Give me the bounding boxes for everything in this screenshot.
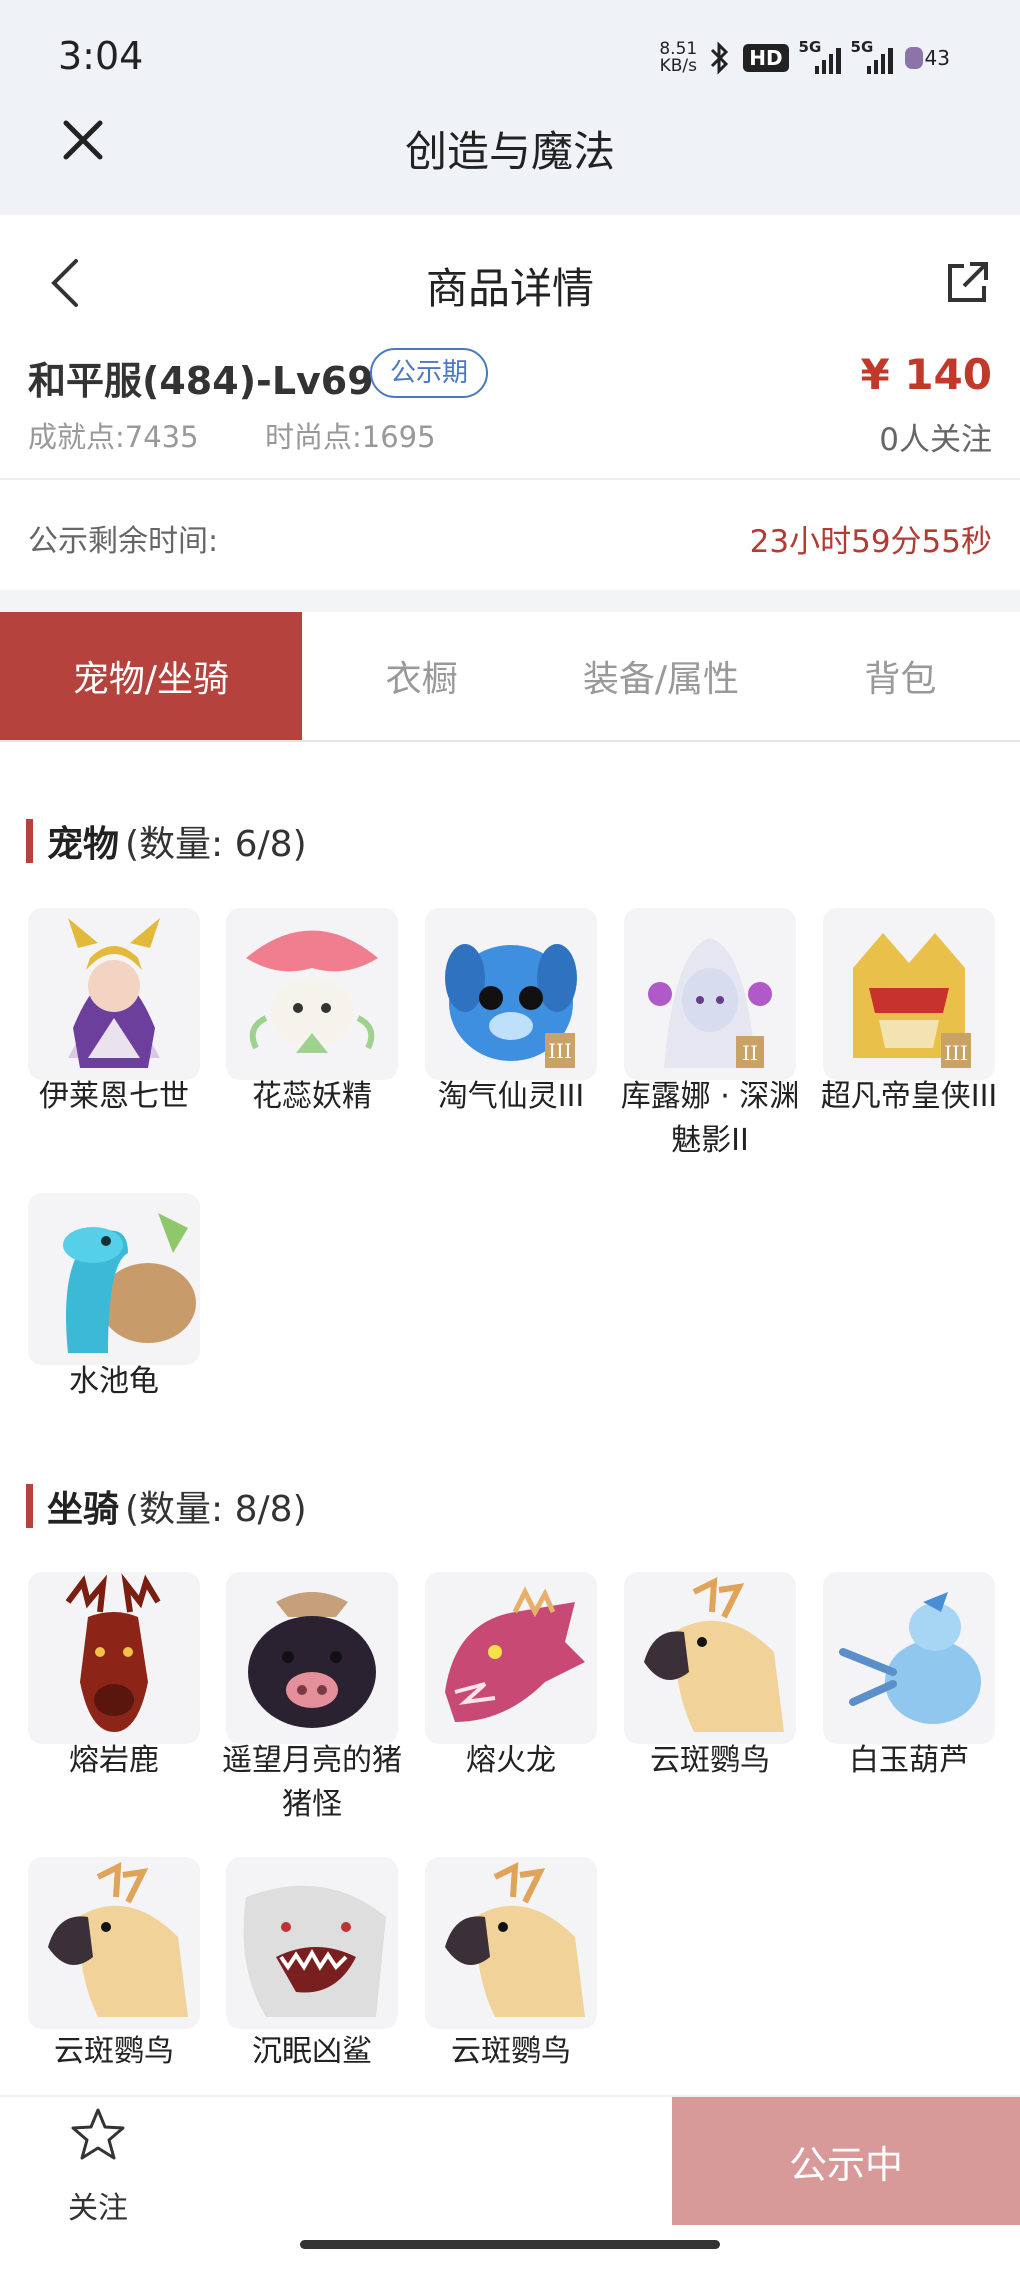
pet-card[interactable] bbox=[28, 1193, 200, 1365]
white-shark-icon bbox=[243, 1885, 386, 2017]
tab-bar: 宠物/坐骑 衣橱 装备/属性 背包 bbox=[0, 612, 1020, 742]
star-outline-icon bbox=[71, 2108, 125, 2160]
signal-icon: 5G bbox=[799, 38, 841, 74]
favorite-label: 关注 bbox=[68, 2191, 128, 2226]
jade-gourd-icon bbox=[839, 1592, 981, 1724]
item-name: 和平服(484)-Lv69 bbox=[28, 359, 374, 403]
mount-card[interactable] bbox=[425, 1572, 597, 1744]
battery-icon: 43 bbox=[904, 46, 950, 70]
mount-card[interactable] bbox=[425, 1857, 597, 2029]
black-pig-icon bbox=[248, 1592, 376, 1728]
watcher-count: 0人关注 bbox=[879, 422, 992, 458]
home-indicator[interactable] bbox=[300, 2240, 720, 2249]
svg-text:II: II bbox=[742, 1041, 758, 1065]
pet-card[interactable]: II bbox=[624, 908, 796, 1080]
blue-turtle-icon bbox=[63, 1213, 196, 1353]
mount-card[interactable] bbox=[624, 1572, 796, 1744]
tab-wardrobe[interactable]: 衣橱 bbox=[302, 612, 541, 740]
pet-card[interactable]: III bbox=[823, 908, 995, 1080]
timer-label: 公示剩余时间: bbox=[28, 524, 219, 559]
gold-armor-icon: III bbox=[853, 933, 971, 1068]
timer-value: 23小时59分55秒 bbox=[749, 524, 992, 560]
mount-name: 熔岩鹿 bbox=[69, 1743, 159, 1778]
pets-section-header: 宠物 (数量: 6/8) bbox=[26, 815, 307, 867]
pet-name: 超凡帝皇侠III bbox=[820, 1079, 998, 1114]
bluetooth-icon bbox=[711, 41, 729, 75]
pet-card[interactable] bbox=[28, 908, 200, 1080]
share-icon[interactable] bbox=[944, 258, 992, 306]
divider bbox=[0, 478, 1020, 480]
mount-name: 云斑鹦鸟 bbox=[650, 1743, 770, 1778]
pet-name: 淘气仙灵III bbox=[437, 1079, 585, 1114]
section-count: (数量: 6/8) bbox=[125, 824, 307, 865]
mount-card[interactable] bbox=[226, 1857, 398, 2029]
price: ¥ 140 bbox=[860, 350, 992, 399]
fashion-points: 时尚点:1695 bbox=[265, 420, 436, 454]
cockatoo-icon bbox=[445, 1861, 585, 2017]
section-title: 坐骑 bbox=[47, 1489, 120, 1530]
section-count: (数量: 8/8) bbox=[125, 1489, 307, 1530]
flower-sprite-icon bbox=[246, 930, 378, 1053]
achievement-points: 成就点:7435 bbox=[28, 420, 199, 454]
pet-name: 伊莱恩七世 bbox=[39, 1079, 189, 1114]
pink-dragon-icon bbox=[445, 1586, 585, 1722]
section-gap bbox=[0, 590, 1020, 612]
pet-card[interactable]: III bbox=[425, 908, 597, 1080]
mini-app-header bbox=[0, 0, 1020, 215]
section-marker bbox=[26, 819, 33, 863]
section-marker bbox=[26, 1484, 33, 1528]
mount-name: 熔火龙 bbox=[466, 1743, 556, 1778]
favorite-button[interactable]: 关注 bbox=[50, 2105, 180, 2245]
section-title: 宠物 bbox=[47, 824, 120, 865]
cockatoo-icon bbox=[48, 1861, 188, 2017]
svg-text:III: III bbox=[548, 1039, 572, 1063]
net-speed: 8.51 KB/s bbox=[659, 39, 698, 76]
pet-name: 水池龟 bbox=[69, 1364, 159, 1399]
mount-card[interactable] bbox=[226, 1572, 398, 1744]
mount-card[interactable] bbox=[28, 1857, 200, 2029]
lava-deer-icon bbox=[65, 1573, 161, 1732]
mount-name: 遥望月亮的猪猪怪 bbox=[222, 1743, 402, 1822]
signal-icon: 5G bbox=[851, 38, 893, 74]
pet-card[interactable] bbox=[226, 908, 398, 1080]
hd-badge: HD bbox=[743, 44, 789, 72]
mount-name: 白玉葫芦 bbox=[849, 1743, 969, 1778]
status-icons: 8.51 KB/s HD 5G 5G 43 bbox=[659, 36, 950, 80]
mounts-section-header: 坐骑 (数量: 8/8) bbox=[26, 1480, 307, 1532]
mount-name: 沉眠凶鲨 bbox=[252, 2034, 372, 2069]
blue-pup-icon: III bbox=[445, 944, 577, 1068]
page-title: 商品详情 bbox=[425, 264, 594, 313]
svg-text:III: III bbox=[944, 1041, 968, 1065]
pet-name: 库露娜 · 深渊魅影II bbox=[620, 1079, 800, 1158]
mount-name: 云斑鹦鸟 bbox=[451, 2034, 571, 2069]
cockatoo-icon bbox=[644, 1576, 784, 1732]
mini-app-title: 创造与魔法 bbox=[404, 127, 615, 176]
mount-card[interactable] bbox=[823, 1572, 995, 1744]
goddess-portrait-icon bbox=[68, 918, 160, 1068]
publicity-status-button[interactable]: 公示中 bbox=[672, 2097, 1020, 2225]
tab-pets-mounts[interactable]: 宠物/坐骑 bbox=[0, 612, 302, 740]
tab-equipment[interactable]: 装备/属性 bbox=[541, 612, 780, 740]
tab-backpack[interactable]: 背包 bbox=[781, 612, 1020, 740]
status-badge: 公示期 bbox=[370, 348, 489, 398]
status-time: 3:04 bbox=[58, 34, 144, 78]
white-haired-girl-icon: II bbox=[648, 938, 772, 1068]
pet-name: 花蕊妖精 bbox=[252, 1079, 372, 1114]
mount-name: 云斑鹦鸟 bbox=[54, 2034, 174, 2069]
mount-card[interactable] bbox=[28, 1572, 200, 1744]
